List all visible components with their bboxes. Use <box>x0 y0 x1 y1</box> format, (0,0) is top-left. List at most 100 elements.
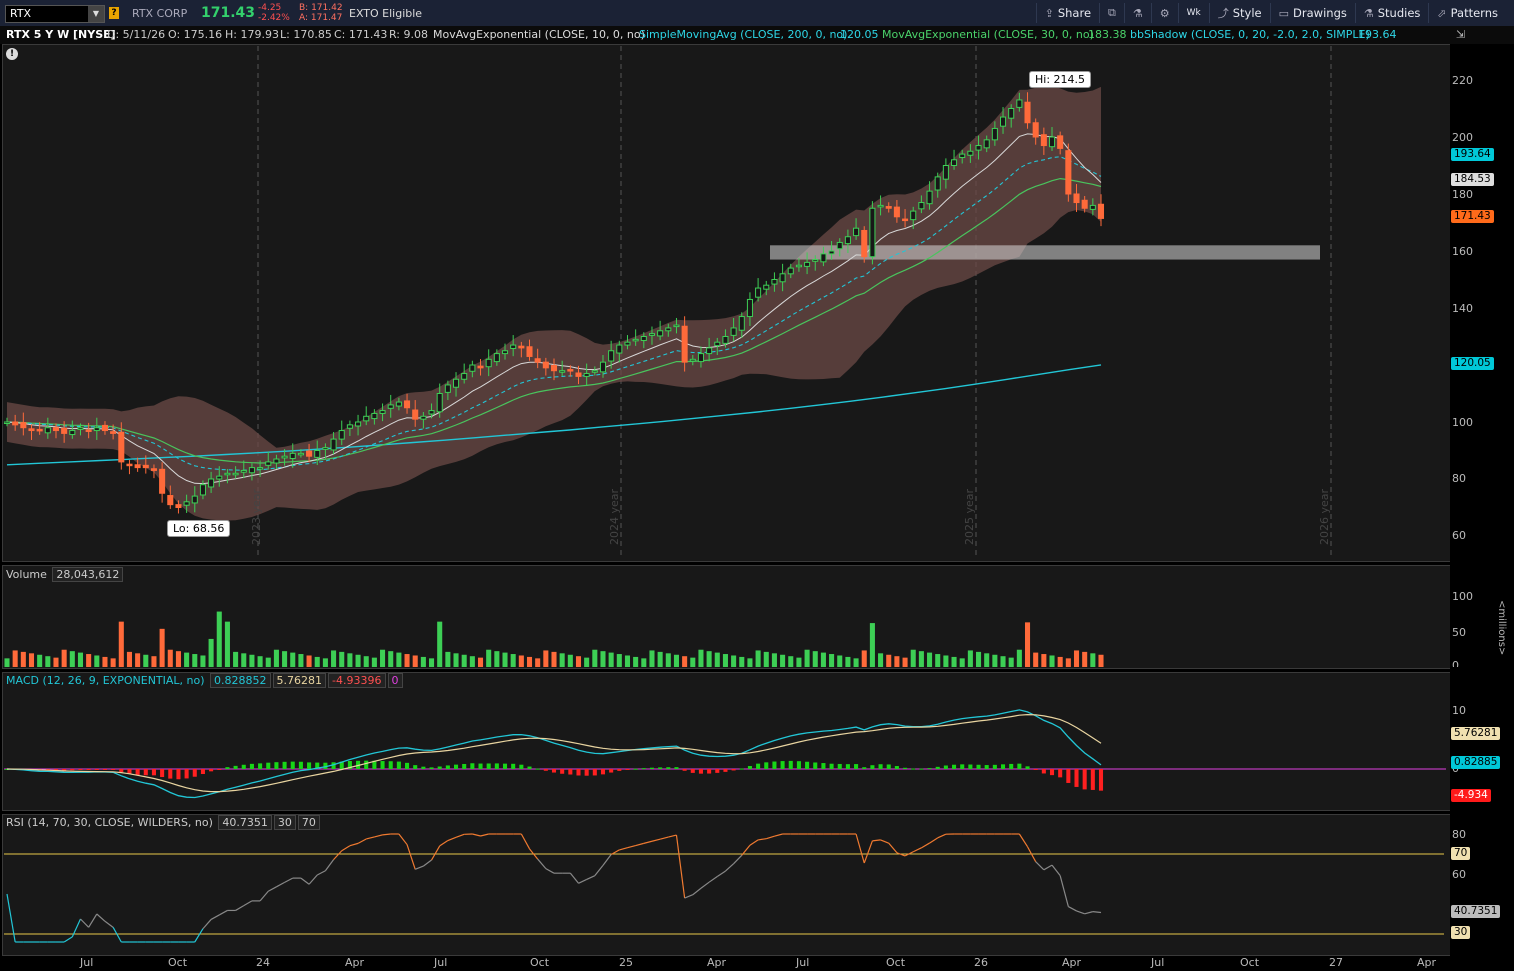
rsi-segment <box>537 858 547 869</box>
volume-bar <box>1098 654 1104 667</box>
candle-body <box>167 495 174 506</box>
candle-body <box>624 341 631 346</box>
candle-body <box>395 401 402 407</box>
volume-bar <box>804 649 810 667</box>
candle-body <box>101 424 109 432</box>
volume-bar <box>894 656 900 667</box>
macd-histogram-bar <box>1082 769 1087 790</box>
volume-bar <box>624 655 631 667</box>
macd-histogram-bar <box>551 769 557 773</box>
rsi-segment <box>357 838 367 844</box>
candle-body <box>1040 134 1047 147</box>
volume-bar <box>820 652 826 667</box>
price-tick: 220 <box>1452 74 1473 87</box>
macd-avg: 5.76281 <box>272 673 327 688</box>
volume-bar <box>216 611 222 667</box>
macd-histogram-bar <box>290 761 295 769</box>
macd-histogram-bar <box>421 766 426 769</box>
rsi-segment <box>374 834 383 838</box>
macd-histogram-bar <box>1000 764 1006 769</box>
rsi-segment <box>1092 911 1102 914</box>
candle-body <box>910 210 917 221</box>
volume-value: 28,043,612 <box>52 567 124 582</box>
macd-histogram-bar <box>658 767 663 769</box>
volume-bar <box>20 651 26 667</box>
rsi-segment <box>758 838 767 841</box>
macd-histogram-bar <box>641 768 646 770</box>
candle-body <box>534 358 541 363</box>
candle-body <box>983 139 990 149</box>
volume-bar <box>837 655 843 667</box>
candle-body <box>1073 193 1080 204</box>
macd-histogram-bar <box>1090 769 1095 790</box>
macd-histogram-bar <box>200 769 205 775</box>
macd-histogram-bar <box>739 768 744 770</box>
candle-body <box>902 218 909 222</box>
macd-histogram-bar <box>731 769 736 771</box>
macd-histogram-bar <box>682 769 687 771</box>
x-tick: 25 <box>619 956 633 969</box>
volume-bar <box>755 650 761 667</box>
candle-body <box>575 372 582 377</box>
candle-body <box>134 464 141 469</box>
x-tick: Apr <box>1062 956 1082 969</box>
volume-bar <box>298 654 304 667</box>
macd-histogram-bar <box>102 769 108 770</box>
candle-body <box>428 410 435 415</box>
x-tick: Apr <box>345 956 365 969</box>
candle-body <box>559 370 566 373</box>
candle-body <box>248 467 255 474</box>
volume-bar <box>208 638 214 667</box>
macd-histogram-bar <box>698 769 703 774</box>
rsi-segment <box>586 875 596 880</box>
volume-bar <box>796 657 802 667</box>
candle-body <box>967 150 974 156</box>
macd-histogram-bar <box>805 761 810 769</box>
macd-histogram-bar <box>943 765 948 769</box>
volume-bar <box>159 628 165 667</box>
candle-body <box>510 344 517 349</box>
volume-bar <box>763 651 769 667</box>
volume-bar <box>233 651 239 667</box>
rsi-segment <box>668 834 677 838</box>
rsi-os-tag: 30 <box>1451 926 1471 939</box>
macd-histogram-bar <box>478 763 483 769</box>
candle-body <box>363 415 370 422</box>
macd-histogram-bar <box>935 766 940 769</box>
candle-body <box>526 346 533 357</box>
macd-histogram-bar <box>854 764 859 769</box>
price-chart[interactable] <box>0 0 1514 560</box>
candle-body <box>779 273 786 283</box>
candle-body <box>297 452 304 456</box>
rsi-value-tag: 40.7351 <box>1451 905 1501 918</box>
candle-body <box>959 153 966 159</box>
candle-body <box>746 298 753 318</box>
candle-body <box>665 327 672 332</box>
candle-body <box>787 267 794 275</box>
rsi-segment <box>725 863 735 872</box>
macd-histogram-bar <box>984 765 989 769</box>
macd-histogram-bar <box>756 763 761 769</box>
candle-body <box>216 475 223 480</box>
macd-histogram-bar <box>1025 766 1030 769</box>
volume-bar <box>1033 652 1039 667</box>
volume-bar <box>510 654 516 667</box>
x-tick: 27 <box>1329 956 1343 969</box>
volume-bar <box>429 658 435 667</box>
candle-body <box>469 364 476 372</box>
macd-histogram-bar <box>70 769 75 771</box>
volume-bar <box>1057 656 1063 667</box>
candle-body <box>844 236 851 245</box>
volume-bar <box>551 651 557 667</box>
macd-histogram-bar <box>1098 769 1104 791</box>
rsi-segment <box>749 839 759 846</box>
rsi-segment <box>1084 911 1093 915</box>
macd-histogram-bar <box>470 763 475 769</box>
rsi-segment <box>316 870 326 876</box>
candle-body <box>738 316 745 331</box>
candle-body <box>265 461 272 466</box>
volume-chart <box>4 611 1104 667</box>
volume-bar <box>878 653 884 667</box>
macd-histogram-bar <box>1049 769 1055 776</box>
rsi-segment <box>708 875 718 883</box>
